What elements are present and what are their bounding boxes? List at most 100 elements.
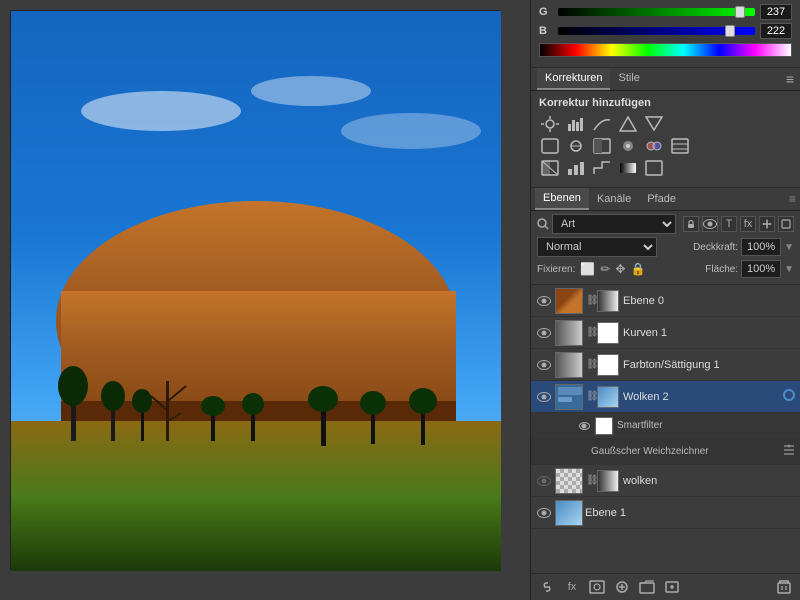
- layer-link-icon: ⛓: [586, 295, 596, 306]
- layer-name: Ebene 0: [623, 295, 796, 307]
- smartfilter-name: Smartfilter: [617, 420, 796, 431]
- g-label: G: [539, 6, 553, 18]
- canvas-image: [10, 10, 500, 570]
- fix-icon3[interactable]: ✥: [615, 262, 625, 276]
- tab-ebenen[interactable]: Ebenen: [535, 188, 589, 210]
- layer-item[interactable]: ⛓ Farbton/Sättigung 1: [531, 349, 800, 381]
- b-value[interactable]: [760, 23, 792, 39]
- layer-eye[interactable]: [577, 419, 591, 433]
- blend-opacity-row: Normal Deckkraft: ▼: [537, 237, 794, 257]
- korrekturen-title: Korrektur hinzufügen: [539, 97, 792, 109]
- hsl-icon[interactable]: [539, 137, 561, 155]
- layer-lock2-icon[interactable]: [778, 216, 794, 232]
- photofilter-icon[interactable]: [617, 137, 639, 155]
- layer-name: wolken: [623, 475, 796, 487]
- layer-active-icon: [782, 388, 796, 405]
- layer-fx-icon[interactable]: fx: [740, 216, 756, 232]
- brightness-icon[interactable]: [539, 115, 561, 133]
- layer-eye[interactable]: [535, 388, 553, 406]
- layer-item[interactable]: Ebene 1: [531, 497, 800, 529]
- flache-row: Fläche: ▼: [705, 260, 794, 278]
- right-panel: G B Korrekturen Stile ≡ Korrektur hinzuf…: [530, 0, 800, 600]
- g-slider-thumb[interactable]: [735, 6, 745, 18]
- layer-eye2-icon[interactable]: [702, 216, 718, 232]
- layer-eye[interactable]: [535, 356, 553, 374]
- add-mask-icon[interactable]: [587, 578, 607, 596]
- opacity-arrow[interactable]: ▼: [784, 242, 794, 253]
- layer-mask: [597, 290, 619, 312]
- flache-input[interactable]: [741, 260, 781, 278]
- layer-item[interactable]: ⛓ Kurven 1: [531, 317, 800, 349]
- vibrance-icon[interactable]: [643, 115, 665, 133]
- b-slider-thumb[interactable]: [725, 25, 735, 37]
- channelmixer-icon[interactable]: [643, 137, 665, 155]
- selectivecolor-icon[interactable]: [643, 159, 665, 177]
- layer-thumb: [555, 500, 583, 526]
- layer-item[interactable]: ⛓ Wolken 2: [531, 381, 800, 413]
- b-label: B: [539, 25, 553, 37]
- ebenen-tabs: Ebenen Kanäle Pfade ≡: [531, 188, 800, 211]
- tab-korrekturen[interactable]: Korrekturen: [537, 68, 610, 90]
- tab-kanale[interactable]: Kanäle: [589, 189, 639, 209]
- colorlookup-icon[interactable]: [669, 137, 691, 155]
- layer-eye[interactable]: [535, 324, 553, 342]
- exposure-icon[interactable]: [617, 115, 639, 133]
- threshold-icon[interactable]: [591, 159, 613, 177]
- fx-icon[interactable]: fx: [562, 578, 582, 596]
- opacity-input[interactable]: [741, 238, 781, 256]
- link-layers-icon[interactable]: [537, 578, 557, 596]
- curves-icon[interactable]: [591, 115, 613, 133]
- color-bar[interactable]: [539, 43, 792, 57]
- layer-link-icon: ⛓: [586, 475, 596, 486]
- korr-icons-row2: [539, 137, 792, 155]
- korrekturen-section: Korrektur hinzufügen: [531, 91, 800, 188]
- art-select[interactable]: Art: [552, 214, 676, 234]
- filter-options-icon[interactable]: [782, 444, 796, 459]
- layer-item[interactable]: ⛓ Ebene 0: [531, 285, 800, 317]
- fixieren-row: Fixieren: ⬜ ✏ ✥ 🔒 Fläche: ▼: [537, 260, 794, 278]
- new-adjustment-icon[interactable]: [612, 578, 632, 596]
- art-row: Art T fx: [537, 214, 794, 234]
- fix-icon2[interactable]: ✏: [600, 262, 610, 276]
- fix-icon1[interactable]: ⬜: [580, 262, 595, 276]
- layer-thumb: [555, 384, 583, 410]
- layer-move-icon[interactable]: [759, 216, 775, 232]
- layer-name: Ebene 1: [585, 507, 796, 519]
- layer-lock-icon[interactable]: [683, 216, 699, 232]
- new-group-icon[interactable]: [637, 578, 657, 596]
- tab-pfade[interactable]: Pfade: [639, 189, 684, 209]
- tab-stile[interactable]: Stile: [610, 68, 647, 90]
- new-layer-icon[interactable]: [662, 578, 682, 596]
- layer-thumb: [555, 468, 583, 494]
- fix-icon4[interactable]: 🔒: [630, 262, 645, 276]
- layer-item[interactable]: ⛓ wolken: [531, 465, 800, 497]
- smartfilter-mask: [595, 417, 613, 435]
- layer-mask: [597, 470, 619, 492]
- layer-eye[interactable]: [535, 472, 553, 490]
- g-slider[interactable]: [558, 8, 755, 16]
- filter-item[interactable]: Gaußscher Weichzeichner: [531, 439, 800, 465]
- levels-icon[interactable]: [565, 115, 587, 133]
- korrekturen-menu[interactable]: ≡: [786, 71, 794, 87]
- search-icon: [537, 218, 549, 230]
- layer-link-icon: ⛓: [586, 391, 596, 402]
- g-value[interactable]: [760, 4, 792, 20]
- flache-label: Fläche:: [705, 264, 738, 275]
- bw-icon[interactable]: [591, 137, 613, 155]
- layer-eye[interactable]: [535, 292, 553, 310]
- layer-mask: [597, 322, 619, 344]
- layer-text-icon[interactable]: T: [721, 216, 737, 232]
- blend-mode-select[interactable]: Normal: [537, 237, 657, 257]
- bottom-toolbar: fx: [531, 573, 800, 600]
- flache-arrow[interactable]: ▼: [784, 264, 794, 275]
- b-slider[interactable]: [558, 27, 755, 35]
- gradientmap-icon[interactable]: [617, 159, 639, 177]
- delete-layer-icon[interactable]: [774, 578, 794, 596]
- opacity-label: Deckkraft:: [693, 242, 738, 253]
- ebenen-menu[interactable]: ≡: [789, 192, 796, 206]
- invert-icon[interactable]: [539, 159, 561, 177]
- layer-eye[interactable]: [535, 504, 553, 522]
- korr-icons-row3: [539, 159, 792, 177]
- posterize-icon[interactable]: [565, 159, 587, 177]
- colorbalance-icon[interactable]: [565, 137, 587, 155]
